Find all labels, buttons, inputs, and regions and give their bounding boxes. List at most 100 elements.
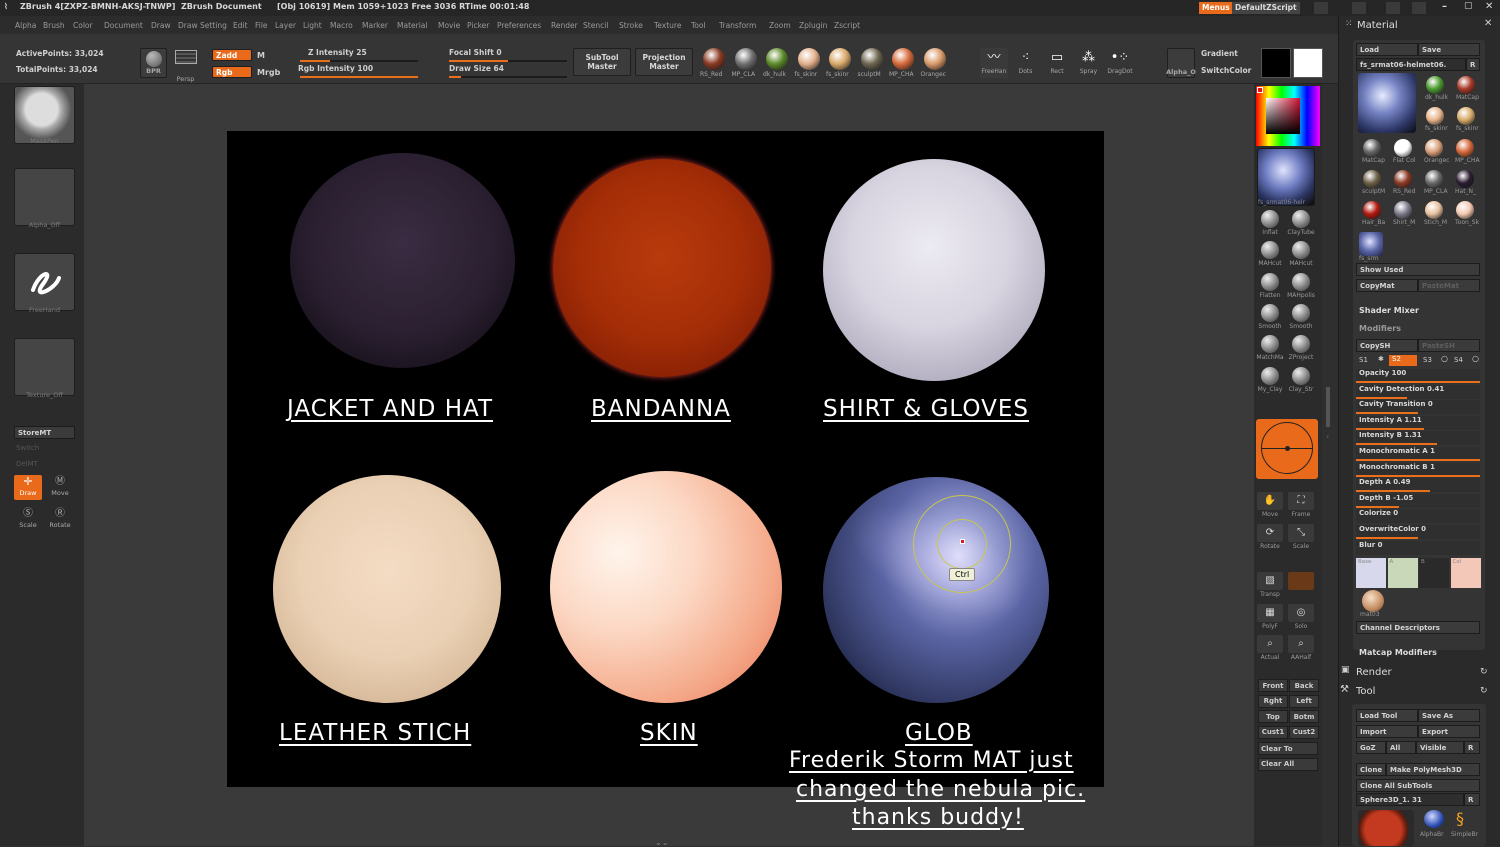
material-swatch-9[interactable]: RS_Red xyxy=(1393,170,1415,195)
modifiers-header[interactable]: Modifiers xyxy=(1359,324,1401,333)
view-cust2[interactable]: Cust2 xyxy=(1289,725,1319,739)
menu-file[interactable]: File xyxy=(255,21,268,30)
shelf-material-2[interactable] xyxy=(766,48,788,70)
material-swatch-3[interactable]: fs_skinr xyxy=(1456,107,1479,132)
render-refresh-icon[interactable]: ↻ xyxy=(1480,667,1488,677)
menus-button[interactable]: Menus xyxy=(1199,2,1233,14)
close-icon[interactable]: ✕ xyxy=(1485,1,1493,12)
draw-mode-button[interactable]: ✛ Draw xyxy=(14,475,42,500)
view-cust1[interactable]: Cust1 xyxy=(1258,725,1288,739)
matcap-modifiers-header[interactable]: Matcap Modifiers xyxy=(1359,648,1437,657)
shader-swatch-col[interactable]: Col xyxy=(1450,558,1481,588)
show-used-button[interactable]: Show Used xyxy=(1356,263,1480,276)
import-button[interactable]: Import xyxy=(1356,725,1418,738)
s4-radio-icon[interactable]: ○ xyxy=(1472,354,1479,363)
stroke-dragdot[interactable]: •⁘ DragDot xyxy=(1106,48,1134,78)
menu-picker[interactable]: Picker xyxy=(467,21,489,30)
brush-claytube[interactable]: ClayTube xyxy=(1287,210,1315,236)
menu-preferences[interactable]: Preferences xyxy=(497,21,541,30)
slider-monochromatic-b[interactable]: Monochromatic B 1 xyxy=(1356,462,1480,477)
material-name-field[interactable]: fs_srmat06-helmet06. xyxy=(1356,58,1466,71)
shader-swatch-base[interactable]: Base xyxy=(1356,558,1386,588)
view-front[interactable]: Front xyxy=(1258,679,1288,692)
material-swatch-1[interactable]: MatCap xyxy=(1456,76,1479,101)
tool-panel-header[interactable]: Tool xyxy=(1356,686,1375,697)
menu-brush[interactable]: Brush xyxy=(43,21,65,30)
menu-render[interactable]: Render xyxy=(551,21,578,30)
material-swatch-10[interactable]: MP_CLA xyxy=(1424,170,1448,195)
nav-solo[interactable]: ◎ Solo xyxy=(1287,604,1315,630)
close-panel-icon[interactable]: ✕ xyxy=(1484,18,1492,29)
slider-depth-a[interactable]: Depth A 0.49 xyxy=(1356,478,1480,493)
nav-rotate[interactable]: ⟳ Rotate xyxy=(1256,524,1284,550)
material-swatch-13[interactable]: Shirt_M xyxy=(1393,201,1415,226)
lock-icon[interactable] xyxy=(1412,2,1426,14)
switch-color-button[interactable]: SwitchColor xyxy=(1201,66,1251,75)
brush-clay-str[interactable]: Clay_Str xyxy=(1287,366,1315,393)
visible-button[interactable]: Visible xyxy=(1416,741,1464,754)
menu-stroke[interactable]: Stroke xyxy=(619,21,643,30)
view-left[interactable]: Left xyxy=(1289,694,1319,708)
nav-aahalf[interactable]: ⌕ AAHalf xyxy=(1287,635,1315,661)
rgb-intensity-slider[interactable] xyxy=(300,76,418,78)
mrgb-button[interactable]: Mrgb xyxy=(257,68,280,77)
menu-movie[interactable]: Movie xyxy=(438,21,460,30)
mat03-thumb[interactable] xyxy=(1362,590,1384,612)
goz-all-button[interactable]: All xyxy=(1386,741,1416,754)
shelf-material-3[interactable] xyxy=(797,48,820,70)
selected-material-thumb[interactable] xyxy=(1358,73,1416,133)
view-botm[interactable]: Botm xyxy=(1289,710,1319,724)
scale-mode-button[interactable]: Ⓢ Scale xyxy=(14,507,42,532)
brush-inflat[interactable]: Inflat xyxy=(1256,210,1284,236)
load-material-button[interactable]: Load xyxy=(1356,43,1418,56)
view-top[interactable]: Top xyxy=(1258,710,1288,724)
menu-tool[interactable]: Tool xyxy=(691,21,706,30)
panel-scrollbar[interactable] xyxy=(1326,387,1330,427)
bpr-button[interactable]: BPR xyxy=(140,48,167,78)
layout-icon[interactable] xyxy=(1386,2,1400,14)
shader-swatch-a[interactable]: A xyxy=(1387,558,1418,588)
menu-alpha[interactable]: Alpha xyxy=(15,21,36,30)
brush-zproject[interactable]: ZProject xyxy=(1287,335,1315,361)
panel-collapse-left-icon[interactable]: ‹ xyxy=(1326,432,1329,441)
menu-icon[interactable] xyxy=(1352,2,1366,14)
menu-draw[interactable]: Draw xyxy=(151,21,171,30)
view-clear-to[interactable]: Clear To xyxy=(1258,742,1318,755)
shelf-material-6[interactable] xyxy=(892,48,914,70)
brush-smooth[interactable]: Smooth xyxy=(1256,303,1284,330)
brush-smooth[interactable]: Smooth xyxy=(1287,303,1315,330)
slider-overwritecolor[interactable]: OverwriteColor 0 xyxy=(1356,525,1480,539)
material-swatch-11[interactable]: Hat_N_ xyxy=(1455,170,1476,195)
tool-name-slider[interactable]: Sphere3D_1. 31 xyxy=(1356,793,1464,806)
default-zscript-button[interactable]: DefaultZScript xyxy=(1232,2,1300,14)
shader-s3-button[interactable]: S3 xyxy=(1423,356,1432,364)
color-saturation-square[interactable] xyxy=(1266,98,1300,134)
nav-frame[interactable]: ⛶ Frame xyxy=(1287,492,1315,518)
secondary-color-swatch[interactable] xyxy=(1261,48,1291,78)
brush-my-clay[interactable]: My_Clay xyxy=(1256,366,1284,393)
material-swatch-4[interactable]: MatCap xyxy=(1362,139,1385,164)
stroke-rect[interactable]: ▭ Rect xyxy=(1043,48,1071,78)
zsub-button[interactable]: M xyxy=(257,51,265,60)
menu-document[interactable]: Document xyxy=(104,21,143,30)
tool-refresh-icon[interactable]: ↻ xyxy=(1480,686,1488,696)
navigator-widget[interactable] xyxy=(1256,419,1318,479)
subtool-master-button[interactable]: SubTool Master xyxy=(573,48,631,76)
slider-monochromatic-a[interactable]: Monochromatic A 1 xyxy=(1356,447,1480,461)
menu-transform[interactable]: Transform xyxy=(719,21,756,30)
rotate-mode-button[interactable]: Ⓡ Rotate xyxy=(46,507,74,532)
menu-zplugin[interactable]: Zplugin xyxy=(799,21,827,30)
alpha-thumb[interactable] xyxy=(14,168,75,226)
slider-cavity-transition[interactable]: Cavity Transition 0 xyxy=(1356,400,1480,415)
clone-button[interactable]: Clone xyxy=(1356,763,1386,776)
z-intensity-slider[interactable] xyxy=(300,60,418,62)
alpha-button[interactable]: Alpha_O xyxy=(1166,48,1196,78)
slider-intensity-b[interactable]: Intensity B 1.31 xyxy=(1356,431,1480,446)
shelf-material-1[interactable] xyxy=(734,48,757,70)
menu-zscript[interactable]: Zscript xyxy=(834,21,860,30)
shader-s1-button[interactable]: S1 xyxy=(1359,356,1368,364)
brush-flatten[interactable]: Flatten xyxy=(1256,272,1284,299)
menu-edit[interactable]: Edit xyxy=(233,21,248,30)
shader-swatch-b[interactable]: B xyxy=(1419,558,1449,588)
channel-descriptors-button[interactable]: Channel Descriptors xyxy=(1356,621,1480,634)
